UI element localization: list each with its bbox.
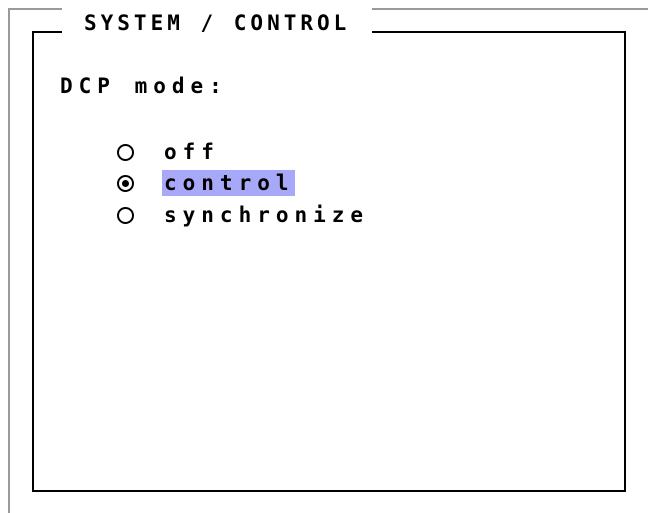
radio-button-synchronize[interactable] [117,206,134,224]
control-panel [32,31,626,492]
radio-button-control[interactable] [117,174,134,192]
dcp-mode-label: DCP mode: [60,74,228,98]
option-label-control: control [162,170,295,196]
dcp-mode-option-control[interactable]: control [117,168,295,198]
dcp-mode-option-off[interactable]: off [117,137,220,167]
option-label-off: off [164,140,220,164]
radio-button-off[interactable] [117,143,134,161]
dcp-mode-option-synchronize[interactable]: synchronize [117,200,369,230]
panel-title: SYSTEM / CONTROL [62,4,373,44]
option-label-synchronize: synchronize [164,203,370,227]
